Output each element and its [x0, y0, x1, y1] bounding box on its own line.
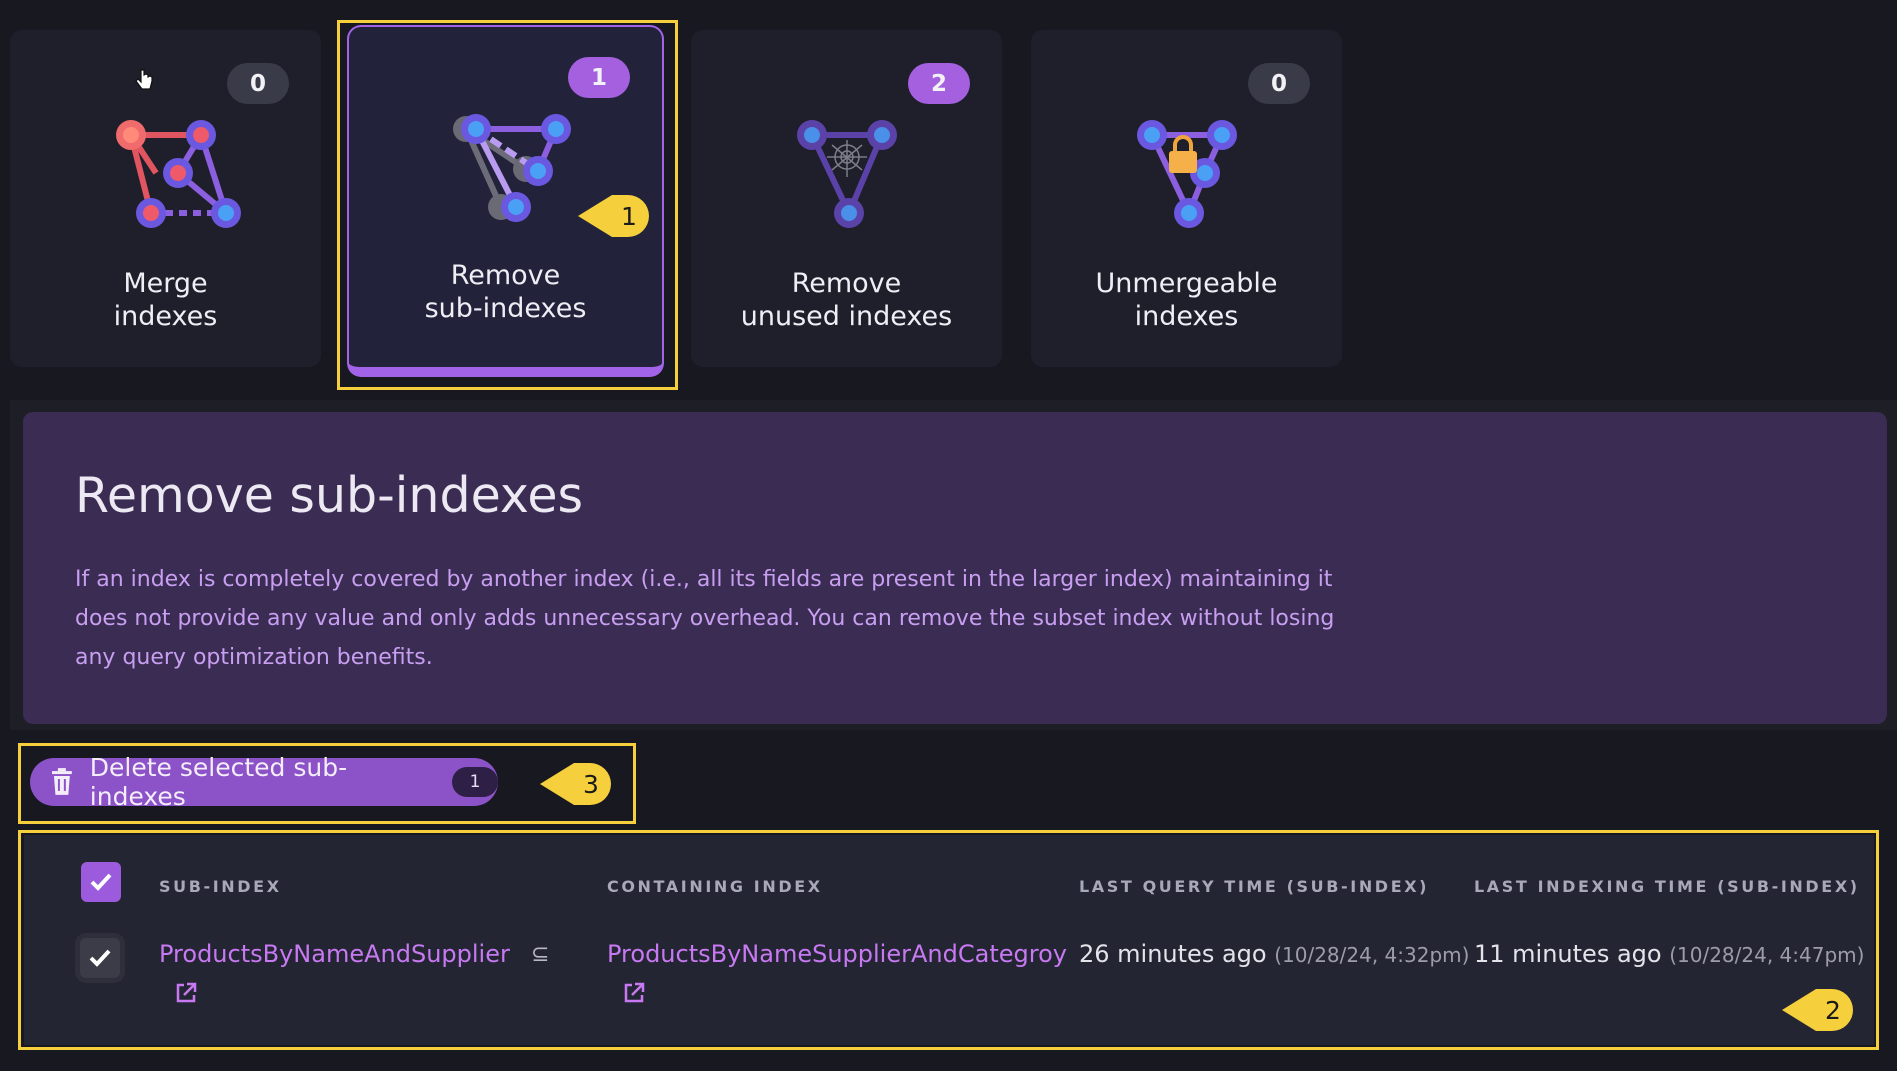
card-merge-indexes[interactable]: 0 Merge indexes	[10, 30, 321, 367]
checkmark-icon	[90, 873, 112, 891]
card-label: Remove sub-indexes	[424, 260, 587, 324]
callout-number: 2	[1825, 995, 1841, 1025]
callout-3: 3	[540, 761, 612, 807]
card-label: Remove unused indexes	[740, 268, 953, 332]
hand-cursor-icon	[135, 69, 153, 90]
selected-count-badge: 1	[452, 767, 498, 797]
trash-icon	[51, 768, 72, 795]
card-unmergeable-indexes[interactable]: 0 Unmergeable indexes	[1031, 30, 1342, 367]
column-header-sub-index[interactable]: SUB-INDEX	[159, 877, 282, 896]
external-link-icon[interactable]	[622, 981, 646, 1005]
unmergeable-indexes-icon	[1107, 85, 1267, 245]
row-checkbox[interactable]	[80, 938, 120, 978]
card-remove-unused-indexes[interactable]: 2 Remove unused indexes	[691, 30, 1002, 367]
section-title: Remove sub-indexes	[75, 467, 584, 524]
section-description: If an index is completely covered by ano…	[75, 567, 1335, 670]
subset-symbol: ⊆	[531, 942, 550, 967]
last-indexing-time: 11 minutes ago (10/28/24, 4:47pm)	[1474, 940, 1864, 968]
callout-1: 1	[578, 193, 650, 239]
containing-index-link[interactable]: ProductsByNameSupplierAndCategroy	[607, 940, 1067, 968]
external-link-icon[interactable]	[174, 981, 198, 1005]
info-panel: Remove sub-indexes If an index is comple…	[23, 412, 1887, 724]
column-header-containing-index[interactable]: CONTAINING INDEX	[607, 877, 823, 896]
delete-button-label: Delete selected sub-indexes	[89, 753, 348, 811]
callout-2: 2	[1782, 987, 1854, 1033]
column-header-last-indexing-time[interactable]: LAST INDEXING TIME (SUB-INDEX)	[1474, 877, 1860, 896]
last-query-time: 26 minutes ago (10/28/24, 4:32pm)	[1079, 940, 1469, 968]
last-query-date: (10/28/24, 4:32pm)	[1274, 943, 1470, 967]
last-indexing-relative: 11 minutes ago	[1474, 940, 1662, 968]
page: 0 Merge indexes 1 Remove sub-indexes 2 R…	[0, 0, 1897, 1071]
select-all-checkbox[interactable]	[81, 862, 121, 902]
column-header-last-query-time[interactable]: LAST QUERY TIME (SUB-INDEX)	[1079, 877, 1429, 896]
merge-indexes-icon	[86, 85, 246, 245]
last-query-relative: 26 minutes ago	[1079, 940, 1267, 968]
checkmark-icon	[89, 949, 111, 967]
card-label: Unmergeable indexes	[1095, 268, 1278, 332]
sub-indexes-icon	[426, 79, 586, 239]
card-label: Merge indexes	[113, 268, 218, 332]
callout-number: 1	[621, 201, 637, 231]
unused-indexes-icon	[767, 85, 927, 245]
callout-number: 3	[583, 769, 599, 799]
sub-index-link[interactable]: ProductsByNameAndSupplier	[159, 940, 510, 968]
last-indexing-date: (10/28/24, 4:47pm)	[1669, 943, 1865, 967]
delete-selected-button[interactable]: Delete selected sub-indexes 1	[30, 753, 498, 811]
